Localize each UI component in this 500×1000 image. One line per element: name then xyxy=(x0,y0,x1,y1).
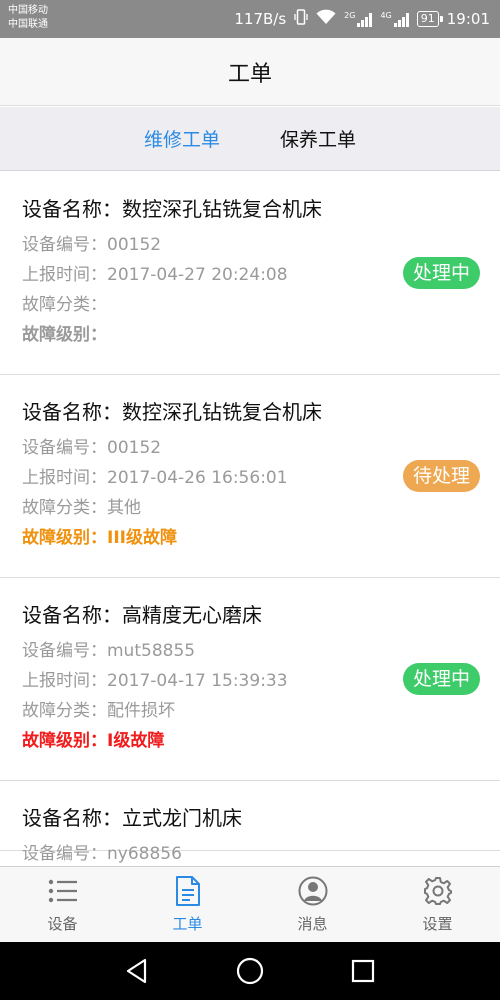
device-code: 设备编号：00152 xyxy=(22,438,162,458)
list-icon xyxy=(47,875,79,907)
home-button[interactable] xyxy=(230,951,270,991)
fault-category: 故障分类：配件损坏 xyxy=(22,701,175,721)
system-nav-bar xyxy=(0,942,500,1000)
header: 工单 xyxy=(0,38,500,106)
device-code: 设备编号：00152 xyxy=(22,235,162,255)
status-bar: 中国移动 中国联通 117B/s 2G 4G 91 19:01 xyxy=(0,0,500,38)
fault-category: 故障分类：其他 xyxy=(22,498,141,518)
status-badge: 处理中 xyxy=(402,257,480,289)
nav-settings[interactable]: 设置 xyxy=(375,867,500,942)
order-card[interactable]: 设备名称：数控深孔钻铣复合机床 设备编号：00152 上报时间：2017-04-… xyxy=(0,375,500,578)
device-code: 设备编号：mut58855 xyxy=(22,641,196,661)
carrier-2: 中国联通 xyxy=(8,19,48,30)
fault-level: 故障级别：I级故障 xyxy=(22,731,165,751)
carrier-1: 中国移动 xyxy=(8,5,48,16)
nav-label: 消息 xyxy=(297,915,328,933)
back-button[interactable] xyxy=(117,951,157,991)
signal-icon-2g: 2G xyxy=(344,11,373,27)
nav-messages[interactable]: 消息 xyxy=(250,867,375,942)
recents-icon xyxy=(352,959,375,983)
tab-maintenance-orders[interactable]: 保养工单 xyxy=(280,125,356,152)
back-icon xyxy=(126,958,146,984)
nav-label: 设置 xyxy=(422,915,453,933)
device-name: 设备名称：高精度无心磨床 xyxy=(22,603,262,627)
gear-icon xyxy=(422,875,454,907)
recents-button[interactable] xyxy=(343,951,383,991)
bottom-nav: 设备 工单 消息 设置 xyxy=(0,866,500,942)
order-card[interactable]: 设备名称：立式龙门机床 设备编号：ny68856 xyxy=(0,781,500,864)
nav-label: 工单 xyxy=(172,915,203,933)
document-icon xyxy=(172,875,204,907)
device-name: 设备名称：立式龙门机床 xyxy=(22,806,242,830)
tab-repair-orders[interactable]: 维修工单 xyxy=(144,125,220,152)
tab-bar: 维修工单 保养工单 xyxy=(0,107,500,171)
signal-icon-4g: 4G xyxy=(380,11,409,27)
device-code: 设备编号：ny68856 xyxy=(22,844,182,864)
fault-category: 故障分类： xyxy=(22,295,107,315)
device-name: 设备名称：数控深孔钻铣复合机床 xyxy=(22,400,322,424)
order-card[interactable]: 设备名称：数控深孔钻铣复合机床 设备编号：00152 上报时间：2017-04-… xyxy=(0,172,500,375)
order-card[interactable]: 设备名称：高精度无心磨床 设备编号：mut58855 上报时间：2017-04-… xyxy=(0,578,500,781)
vibrate-icon xyxy=(294,9,308,29)
battery-icon: 91 xyxy=(416,11,443,27)
fault-level: 故障级别：III级故障 xyxy=(22,528,177,548)
status-badge: 待处理 xyxy=(402,460,480,492)
user-icon xyxy=(297,875,329,907)
status-badge: 处理中 xyxy=(402,663,480,695)
status-icons: 117B/s 2G 4G 91 19:01 xyxy=(234,0,490,38)
network-speed: 117B/s xyxy=(234,10,287,28)
page-title: 工单 xyxy=(227,61,272,87)
wifi-icon xyxy=(316,9,336,29)
nav-work-orders[interactable]: 工单 xyxy=(125,867,250,942)
carrier-info: 中国移动 中国联通 xyxy=(8,4,48,32)
home-icon xyxy=(236,957,264,985)
fault-level: 故障级别： xyxy=(22,325,107,345)
clock: 19:01 xyxy=(446,10,490,28)
nav-label: 设备 xyxy=(47,915,78,933)
nav-devices[interactable]: 设备 xyxy=(0,867,125,942)
device-name: 设备名称：数控深孔钻铣复合机床 xyxy=(22,197,322,221)
order-list[interactable]: 设备名称：数控深孔钻铣复合机床 设备编号：00152 上报时间：2017-04-… xyxy=(0,172,500,866)
